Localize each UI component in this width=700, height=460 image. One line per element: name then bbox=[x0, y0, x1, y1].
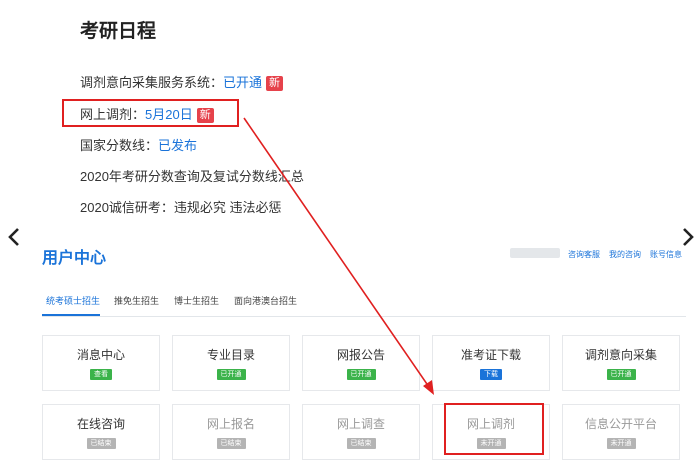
annotation-arrow bbox=[243, 117, 434, 395]
